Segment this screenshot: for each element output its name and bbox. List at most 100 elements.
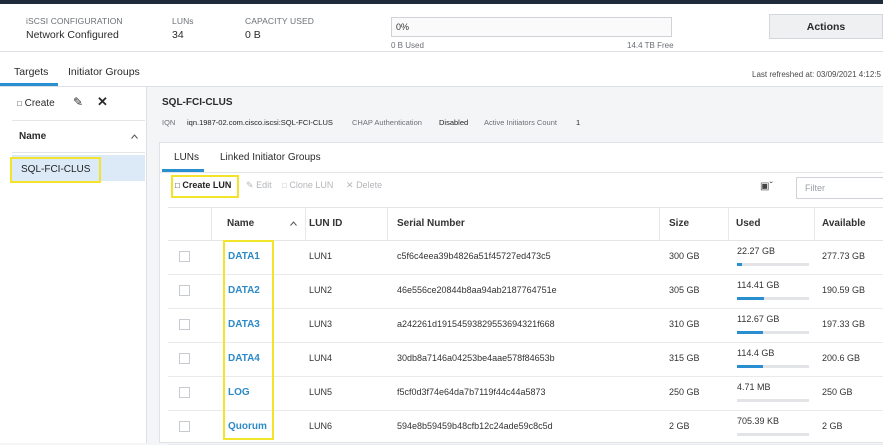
col-name[interactable]: Name	[227, 218, 254, 229]
last-refreshed: Last refreshed at: 03/09/2021 4:12:5	[752, 70, 881, 79]
lun-names-highlight-box	[223, 240, 274, 440]
used-progress-fill	[737, 263, 742, 266]
available-cell: 250 GB	[822, 387, 853, 397]
used-cell: 114.41 GB	[737, 280, 780, 290]
used-cell: 705.39 KB	[737, 416, 780, 426]
size-cell: 315 GB	[669, 353, 700, 363]
clone-lun-button[interactable]: □ Clone LUN	[282, 180, 333, 190]
column-chooser-icon[interactable]: ▣ˇ	[760, 181, 773, 192]
column-divider	[387, 208, 388, 240]
table-row[interactable]: DATA4 LUN4 30db8a7146a04253be4aae578f84653…	[168, 342, 883, 377]
used-cell: 22.27 GB	[737, 246, 776, 256]
create-target-button[interactable]: □ Create	[17, 98, 55, 109]
serial-number-cell: a242261d19154593829553694321f668	[397, 319, 555, 329]
lun-id-cell: LUN6	[309, 421, 333, 431]
col-lun-id[interactable]: LUN ID	[309, 218, 342, 229]
target-title: SQL-FCI-CLUS	[162, 97, 233, 108]
capacity-percent: 0%	[396, 22, 410, 32]
lun-id-cell: LUN2	[309, 285, 333, 295]
iscsi-config-label: iSCSI CONFIGURATION	[26, 16, 123, 26]
used-progress-bar	[737, 399, 809, 402]
delete-x-icon[interactable]: ✕	[97, 94, 108, 110]
chap-label: CHAP Authentication	[352, 118, 422, 127]
available-cell: 2 GB	[822, 421, 843, 431]
iqn-value: iqn.1987-02.com.cisco.iscsi:SQL-FCI-CLUS	[187, 118, 333, 127]
table-row[interactable]: LOG LUN5 f5cf0d3f74e64da7b7119f44c44a5873 2…	[168, 376, 883, 411]
luns-value: 34	[172, 29, 184, 41]
used-progress-fill	[737, 365, 763, 368]
target-list-header[interactable]: Name	[12, 120, 145, 153]
summary-header: iSCSI CONFIGURATION Network Configured L…	[0, 4, 883, 52]
target-list-item-label: SQL-FCI-CLUS	[21, 164, 91, 175]
main-tabs: Targets Initiator Groups Last refreshed …	[0, 52, 883, 87]
used-progress-fill	[737, 331, 763, 334]
iqn-label: IQN	[162, 118, 176, 127]
create-lun-icon: □	[175, 181, 180, 190]
used-progress-bar	[737, 433, 809, 436]
clone-icon: □	[282, 181, 287, 190]
column-divider	[211, 208, 212, 240]
tab-initiator-groups[interactable]: Initiator Groups	[68, 66, 140, 78]
row-checkbox[interactable]	[179, 387, 190, 398]
subtab-linked-initiator-groups[interactable]: Linked Initiator Groups	[220, 152, 321, 163]
clone-lun-label: Clone LUN	[289, 180, 334, 190]
used-cell: 114.4 GB	[737, 348, 775, 358]
table-row[interactable]: Quorum LUN6 594e8b59459b48cfb12c24ade59c8c…	[168, 410, 883, 445]
used-progress-bar	[737, 263, 809, 266]
lun-id-cell: LUN5	[309, 387, 333, 397]
available-cell: 277.73 GB	[822, 251, 866, 261]
luns-table-header: Name LUN ID Serial Number Size Used Avai…	[168, 207, 883, 241]
col-serial-number[interactable]: Serial Number	[397, 218, 465, 229]
used-cell: 112.67 GB	[737, 314, 780, 324]
size-cell: 2 GB	[669, 421, 690, 431]
delete-icon: ✕	[346, 180, 354, 190]
active-tab-indicator	[0, 83, 58, 86]
row-checkbox[interactable]	[179, 421, 190, 432]
filter-input[interactable]: Filter	[796, 177, 883, 199]
size-cell: 305 GB	[669, 285, 700, 295]
iscsi-config-value: Network Configured	[26, 29, 119, 41]
capacity-value: 0 B	[245, 29, 261, 41]
luns-label: LUNs	[172, 16, 194, 26]
edit-lun-button[interactable]: ✎ Edit	[246, 180, 272, 191]
column-divider	[728, 208, 729, 240]
edit-pencil-icon[interactable]: ✎	[73, 95, 83, 109]
chap-value: Disabled	[439, 118, 469, 127]
targets-sidebar: □ Create ✎ ✕ Name SQL-FCI-CLUS	[0, 87, 147, 443]
sort-caret-icon[interactable]	[290, 221, 297, 226]
table-row[interactable]: DATA2 LUN2 46e556ce20844b8aa94ab2187764751…	[168, 274, 883, 309]
row-checkbox[interactable]	[179, 285, 190, 296]
row-checkbox[interactable]	[179, 353, 190, 364]
capacity-bar: 0%	[391, 17, 672, 37]
col-size[interactable]: Size	[669, 218, 689, 229]
capacity-used-text: 0 B Used	[391, 41, 424, 50]
create-lun-button[interactable]: □ Create LUN	[175, 180, 231, 190]
size-cell: 250 GB	[669, 387, 700, 397]
serial-number-cell: 30db8a7146a04253be4aae578f84653b	[397, 353, 555, 363]
table-row[interactable]: DATA3 LUN3 a242261d19154593829553694321f66…	[168, 308, 883, 343]
row-checkbox[interactable]	[179, 319, 190, 330]
col-used[interactable]: Used	[736, 218, 760, 229]
serial-number-cell: f5cf0d3f74e64da7b7119f44c44a5873	[397, 387, 546, 397]
column-divider	[659, 208, 660, 240]
used-cell: 4.71 MB	[737, 382, 771, 392]
available-cell: 200.6 GB	[822, 353, 861, 363]
size-cell: 300 GB	[669, 251, 700, 261]
delete-lun-label: Delete	[356, 180, 383, 190]
used-progress-bar	[737, 297, 809, 300]
target-detail: SQL-FCI-CLUS IQN iqn.1987-02.com.cisco.i…	[147, 87, 883, 445]
serial-number-cell: 46e556ce20844b8aa94ab2187764751e	[397, 285, 557, 295]
subtab-luns[interactable]: LUNs	[174, 152, 199, 163]
name-column-header: Name	[19, 131, 47, 142]
table-row[interactable]: DATA1 LUN1 c5f6c4eea39b4826a51f45727ed473c…	[168, 240, 883, 275]
tab-targets[interactable]: Targets	[14, 66, 48, 78]
capacity-label: CAPACITY USED	[245, 16, 315, 26]
actions-button[interactable]: Actions	[769, 14, 883, 39]
col-available[interactable]: Available	[822, 218, 866, 229]
available-cell: 197.33 GB	[822, 319, 866, 329]
row-checkbox[interactable]	[179, 251, 190, 262]
edit-lun-label: Edit	[256, 180, 272, 190]
delete-lun-button[interactable]: ✕ Delete	[346, 180, 382, 191]
available-cell: 190.59 GB	[822, 285, 866, 295]
create-lun-label: Create LUN	[182, 180, 232, 190]
